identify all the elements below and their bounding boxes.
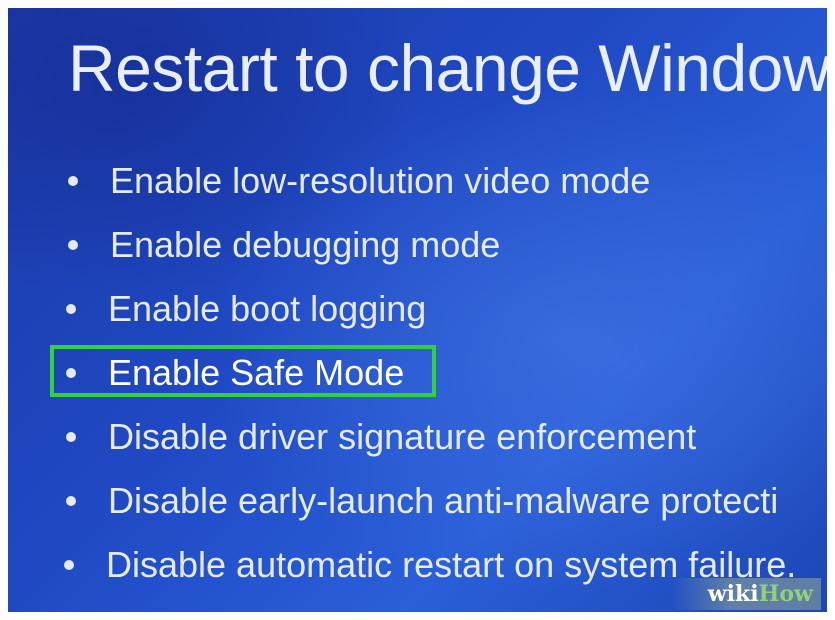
option-debugging-mode[interactable]: Enable debugging mode	[68, 224, 500, 266]
option-label: Enable Safe Mode	[108, 352, 405, 393]
option-label: Disable early-launch anti-malware protec…	[108, 480, 779, 521]
option-label: Disable driver signature enforcement	[108, 416, 697, 457]
bullet-icon	[66, 304, 76, 314]
wikihow-watermark: wiki How	[671, 578, 821, 610]
watermark-part-wiki: wiki	[707, 581, 759, 607]
watermark-part-how: How	[758, 581, 813, 607]
option-label: Enable boot logging	[108, 288, 427, 329]
bullet-icon	[66, 496, 76, 506]
bullet-icon	[66, 432, 76, 442]
page-title: Restart to change Window	[68, 31, 827, 105]
option-label: Enable low-resolution video mode	[110, 160, 651, 201]
option-early-launch-anti-malware[interactable]: Disable early-launch anti-malware protec…	[66, 480, 778, 522]
option-driver-signature-enforcement[interactable]: Disable driver signature enforcement	[66, 416, 696, 458]
bullet-icon	[66, 368, 76, 378]
option-safe-mode[interactable]: Enable Safe Mode	[66, 352, 404, 394]
boot-options-screen: Restart to change Window Enable low-reso…	[8, 8, 827, 612]
bullet-icon	[68, 240, 78, 250]
bullet-icon	[64, 560, 74, 570]
option-boot-logging[interactable]: Enable boot logging	[66, 288, 426, 330]
option-label: Enable debugging mode	[110, 224, 501, 265]
bullet-icon	[68, 176, 78, 186]
option-low-resolution-video[interactable]: Enable low-resolution video mode	[68, 160, 650, 202]
